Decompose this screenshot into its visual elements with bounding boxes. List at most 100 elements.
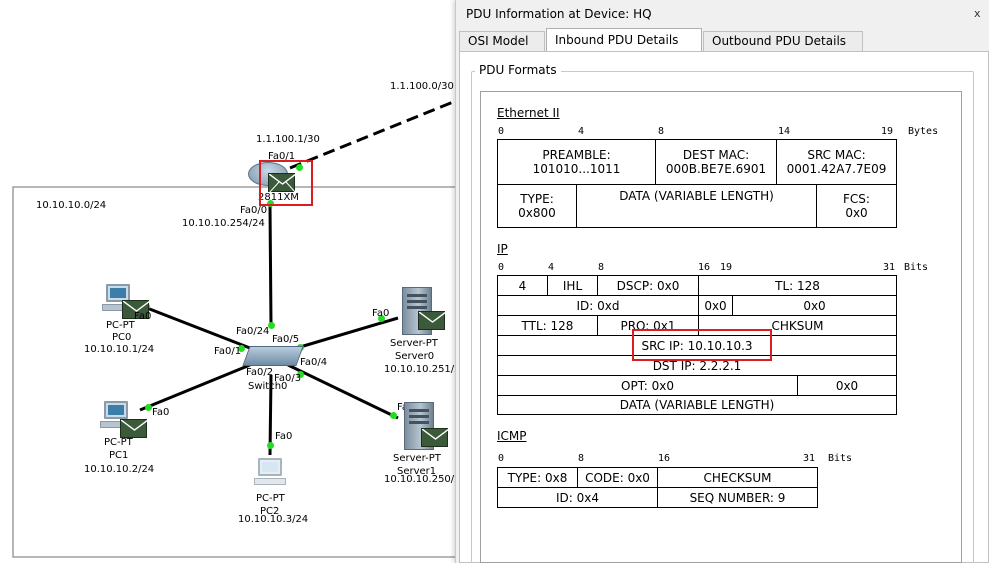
icmp-type-cell: TYPE: 0x8 <box>497 467 578 488</box>
pc0-port: Fa0 <box>134 311 152 322</box>
router-wan-ip: 1.1.100.1/30 <box>256 134 320 145</box>
eth-data-cell: DATA (VARIABLE LENGTH) <box>576 184 817 228</box>
eth-type-value: 0x800 <box>518 206 556 220</box>
bit-mark: 4 <box>548 262 555 273</box>
bit-mark: 14 <box>778 126 791 137</box>
eth-src-mac-cell: SRC MAC: 0001.42A7.7E09 <box>776 139 897 185</box>
tab-inbound-pdu-details[interactable]: Inbound PDU Details <box>546 28 702 52</box>
ip-options-cell: OPT: 0x0 <box>497 375 798 396</box>
eth-dest-mac-value: 000B.BE7E.6901 <box>665 162 767 176</box>
switch-port-label: Fa0/2 <box>246 367 274 378</box>
pdu-envelope-icon[interactable] <box>120 419 148 438</box>
ip-tl-cell: TL: 128 <box>698 275 897 296</box>
server0-name: Server0 <box>395 351 435 362</box>
ip-ihl-cell: IHL <box>547 275 598 296</box>
group-label: PDU Formats <box>475 63 561 77</box>
pc1-port: Fa0 <box>152 407 170 418</box>
icmp-section-title: ICMP <box>497 429 527 443</box>
eth-preamble-cell: PREAMBLE: 101010...1011 <box>497 139 656 185</box>
pc2-icon[interactable] <box>254 458 286 488</box>
link-status-dot <box>145 404 152 411</box>
pc2-port: Fa0 <box>275 431 293 442</box>
pc2-ip: 10.10.10.3/24 <box>238 514 309 525</box>
close-button[interactable]: x <box>974 8 981 20</box>
switch-port-label: Fa0/4 <box>300 357 328 368</box>
window-title: PDU Information at Device: HQ <box>466 7 652 21</box>
pc2-type: PC-PT <box>256 493 285 504</box>
tab-outbound-pdu-details[interactable]: Outbound PDU Details <box>703 31 863 51</box>
ip-version-cell: 4 <box>497 275 548 296</box>
eth-type-cell: TYPE: 0x800 <box>497 184 577 228</box>
ip-padding-cell: 0x0 <box>797 375 897 396</box>
switch-port-label: Fa0/1 <box>214 346 242 357</box>
pdu-envelope-icon[interactable] <box>421 428 449 447</box>
server0-ip: 10.10.10.251/2 <box>384 364 461 375</box>
src-ip-highlight-box <box>632 329 772 361</box>
pdu-envelope-icon[interactable] <box>418 311 446 330</box>
eth-fcs-value: 0x0 <box>845 206 868 220</box>
bit-mark: 19 <box>720 262 733 273</box>
switch-port-label: Fa0/5 <box>272 334 300 345</box>
link-status-dot <box>267 442 274 449</box>
pc1-type: PC-PT <box>104 437 133 448</box>
ip-ttl-cell: TTL: 128 <box>497 315 598 336</box>
eth-preamble-value: 101010...1011 <box>532 162 621 176</box>
pc1-link <box>139 363 251 412</box>
bit-mark: 4 <box>578 126 585 137</box>
eth-fcs-cell: FCS: 0x0 <box>816 184 897 228</box>
router-lan-port: Fa0/0 <box>240 205 268 216</box>
pc0-type: PC-PT <box>106 320 135 331</box>
eth-fcs-label: FCS: <box>843 192 870 206</box>
icmp-seq-cell: SEQ NUMBER: 9 <box>657 487 818 508</box>
eth-dest-mac-cell: DEST MAC: 000B.BE7E.6901 <box>655 139 777 185</box>
wan-subnet-label: 1.1.100.0/30 <box>390 81 454 92</box>
bit-mark: 16 <box>658 453 671 464</box>
icmp-id-cell: ID: 0x4 <box>497 487 658 508</box>
router-highlight-box <box>259 160 313 206</box>
bit-mark: 0 <box>498 126 505 137</box>
router-switch-link <box>268 204 273 326</box>
bit-mark: 16 <box>698 262 711 273</box>
server0-port: Fa0 <box>372 308 390 319</box>
lan-subnet-label: 10.10.10.0/24 <box>36 200 107 211</box>
bit-unit: Bytes <box>908 126 939 137</box>
switch-name: Switch0 <box>248 381 288 392</box>
pc0-ip: 10.10.10.1/24 <box>84 344 155 355</box>
eth-src-mac-label: SRC MAC: <box>807 148 866 162</box>
bit-mark: 19 <box>881 126 894 137</box>
server1-link <box>287 363 399 420</box>
pc0-name: PC0 <box>112 332 132 343</box>
bit-mark: 31 <box>803 453 816 464</box>
server0-link <box>289 316 399 352</box>
switch-icon[interactable] <box>242 346 304 366</box>
link-status-dot <box>390 412 397 419</box>
eth-dest-mac-label: DEST MAC: <box>682 148 750 162</box>
icmp-code-cell: CODE: 0x0 <box>577 467 658 488</box>
server1-ip: 10.10.10.250/2 <box>384 474 461 485</box>
bit-mark: 8 <box>658 126 665 137</box>
tab-osi-model[interactable]: OSI Model <box>459 31 545 51</box>
bit-mark: 31 <box>883 262 896 273</box>
eth-type-label: TYPE: <box>520 192 554 206</box>
bit-mark: 8 <box>578 453 585 464</box>
pc1-name: PC1 <box>109 450 129 461</box>
pdu-formats-scroll-area[interactable]: Ethernet II 0 4 8 14 19 Bytes PREAMBLE: … <box>480 91 962 563</box>
ip-data-cell: DATA (VARIABLE LENGTH) <box>497 395 897 415</box>
ip-dscp-cell: DSCP: 0x0 <box>597 275 699 296</box>
switch-port-label: Fa0/24 <box>236 326 270 337</box>
ip-section-title: IP <box>497 242 508 256</box>
bit-unit: Bits <box>828 453 853 464</box>
eth-preamble-label: PREAMBLE: <box>542 148 611 162</box>
ethernet-section-title: Ethernet II <box>497 106 560 120</box>
server0-type: Server-PT <box>390 338 438 349</box>
server1-type: Server-PT <box>393 453 441 464</box>
pc1-ip: 10.10.10.2/24 <box>84 464 155 475</box>
bit-mark: 0 <box>498 453 505 464</box>
ip-flags-cell: 0x0 <box>698 295 733 316</box>
ip-frag-offset-cell: 0x0 <box>732 295 897 316</box>
bit-unit: Bits <box>904 262 929 273</box>
ip-id-cell: ID: 0xd <box>497 295 699 316</box>
bit-mark: 0 <box>498 262 505 273</box>
icmp-checksum-cell: CHECKSUM <box>657 467 818 488</box>
eth-src-mac-value: 0001.42A7.7E09 <box>786 162 887 176</box>
